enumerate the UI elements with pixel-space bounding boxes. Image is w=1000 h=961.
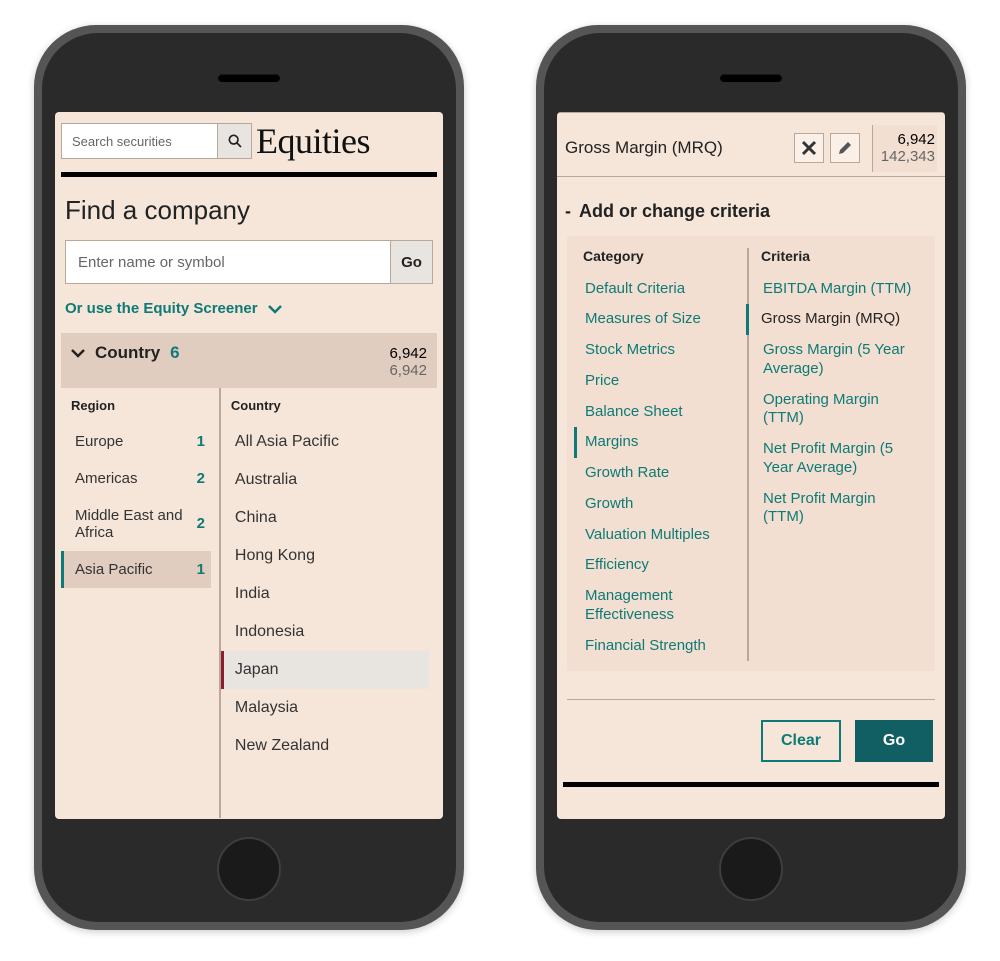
phone-speaker — [720, 74, 782, 82]
criteria-secondary-value: 142,343 — [881, 148, 935, 165]
remove-criteria-button[interactable] — [794, 133, 824, 163]
country-item[interactable]: Japan — [221, 651, 429, 689]
edit-criteria-button[interactable] — [830, 133, 860, 163]
phone-inner: Search securities Equities Find a compan… — [42, 33, 456, 922]
region-label: Europe — [75, 433, 123, 450]
country-heading: Country — [231, 398, 427, 413]
region-country-panel: Region Europe1Americas2Middle East and A… — [61, 388, 437, 818]
clear-button[interactable]: Clear — [761, 720, 841, 762]
region-count: 2 — [197, 470, 205, 487]
country-item[interactable]: China — [229, 499, 429, 537]
search-input[interactable]: Search securities — [61, 123, 218, 159]
country-item[interactable]: All Asia Pacific — [229, 423, 429, 461]
category-item[interactable]: Growth — [583, 489, 741, 520]
category-item[interactable]: Measures of Size — [583, 304, 741, 335]
country-primary-value: 6,942 — [389, 345, 427, 362]
criteria-panel: Category Default CriteriaMeasures of Siz… — [567, 236, 935, 672]
country-item[interactable]: Malaysia — [229, 689, 429, 727]
country-label: Country — [95, 343, 160, 363]
category-item[interactable]: Price — [583, 366, 741, 397]
phone-inner: Gross Margin (MRQ) — [544, 33, 958, 922]
phone-right: Gross Margin (MRQ) — [536, 25, 966, 930]
country-column: Country All Asia PacificAustraliaChinaHo… — [219, 388, 437, 818]
category-column: Category Default CriteriaMeasures of Siz… — [577, 248, 747, 662]
pencil-icon — [837, 140, 853, 156]
country-item[interactable]: India — [229, 575, 429, 613]
region-column: Region Europe1Americas2Middle East and A… — [61, 388, 219, 818]
category-item[interactable]: Stock Metrics — [583, 335, 741, 366]
country-item[interactable]: Australia — [229, 461, 429, 499]
search-button[interactable] — [218, 123, 252, 159]
phone-left: Search securities Equities Find a compan… — [34, 25, 464, 930]
category-item[interactable]: Management Effectiveness — [583, 581, 741, 631]
category-item[interactable]: Efficiency — [583, 550, 741, 581]
region-label: Middle East and Africa — [75, 507, 197, 541]
country-item[interactable]: New Zealand — [229, 727, 429, 765]
region-item[interactable]: Americas 2 — [69, 460, 211, 497]
country-secondary-value: 6,942 — [389, 362, 427, 379]
equity-screener-link[interactable]: Or use the Equity Screener — [65, 300, 433, 317]
region-heading: Region — [71, 398, 209, 413]
chevron-down-icon — [71, 348, 85, 358]
criteria-item[interactable]: Net Profit Margin (5 Year Average) — [761, 434, 919, 484]
home-button[interactable] — [217, 837, 281, 901]
category-item[interactable]: Growth Rate — [583, 458, 741, 489]
criteria-item[interactable]: Net Profit Margin (TTM) — [761, 484, 919, 534]
category-item[interactable]: Valuation Multiples — [583, 520, 741, 551]
header-rule — [61, 172, 437, 177]
name-input-row: Enter name or symbol Go — [65, 240, 433, 284]
footer-rule — [563, 782, 939, 787]
region-item[interactable]: Europe 1 — [69, 423, 211, 460]
name-symbol-input[interactable]: Enter name or symbol — [65, 240, 391, 284]
criteria-item[interactable]: Gross Margin (5 Year Average) — [761, 335, 919, 385]
category-heading: Category — [583, 248, 741, 264]
topbar: Search securities Equities — [55, 112, 443, 168]
region-label: Americas — [75, 470, 138, 487]
screener-link-text: Or use the Equity Screener — [65, 300, 258, 317]
country-item[interactable]: Indonesia — [229, 613, 429, 651]
criteria-heading: Criteria — [761, 248, 919, 264]
category-item[interactable]: Default Criteria — [583, 274, 741, 305]
find-company-heading: Find a company — [65, 195, 433, 226]
region-item[interactable]: Middle East and Africa2 — [69, 497, 211, 551]
category-item[interactable]: Margins — [574, 427, 741, 458]
phone-speaker — [218, 74, 280, 82]
active-criteria-name: Gross Margin (MRQ) — [565, 138, 723, 158]
region-count: 1 — [197, 561, 205, 578]
add-change-criteria-header[interactable]: Add or change criteria — [557, 177, 945, 230]
criteria-item[interactable]: EBITDA Margin (TTM) — [761, 274, 919, 305]
region-count: 1 — [197, 433, 205, 450]
category-item[interactable]: Financial Strength — [583, 631, 741, 662]
country-count: 6 — [170, 343, 179, 363]
go-button[interactable]: Go — [855, 720, 933, 762]
screen-left: Search securities Equities Find a compan… — [55, 112, 443, 819]
search-icon — [227, 133, 243, 149]
criteria-column: Criteria EBITDA Margin (TTM)Gross Margin… — [747, 248, 925, 662]
footer-buttons: Clear Go — [557, 700, 945, 782]
country-item[interactable]: Hong Kong — [229, 537, 429, 575]
region-item[interactable]: Asia Pacific 1 — [61, 551, 211, 588]
criteria-primary-value: 6,942 — [881, 131, 935, 148]
screen-right: Gross Margin (MRQ) — [557, 112, 945, 819]
region-count: 2 — [197, 515, 205, 532]
criteria-item[interactable]: Operating Margin (TTM) — [761, 385, 919, 435]
category-item[interactable]: Balance Sheet — [583, 397, 741, 428]
country-section-header[interactable]: Country 6 6,942 6,942 — [61, 333, 437, 388]
close-icon — [801, 140, 817, 156]
go-button-small[interactable]: Go — [391, 240, 433, 284]
region-label: Asia Pacific — [75, 561, 153, 578]
chevron-down-icon — [268, 304, 282, 314]
page-title: Equities — [256, 120, 370, 162]
home-button[interactable] — [719, 837, 783, 901]
active-criteria-row: Gross Margin (MRQ) — [557, 113, 945, 177]
criteria-item[interactable]: Gross Margin (MRQ) — [746, 304, 919, 335]
